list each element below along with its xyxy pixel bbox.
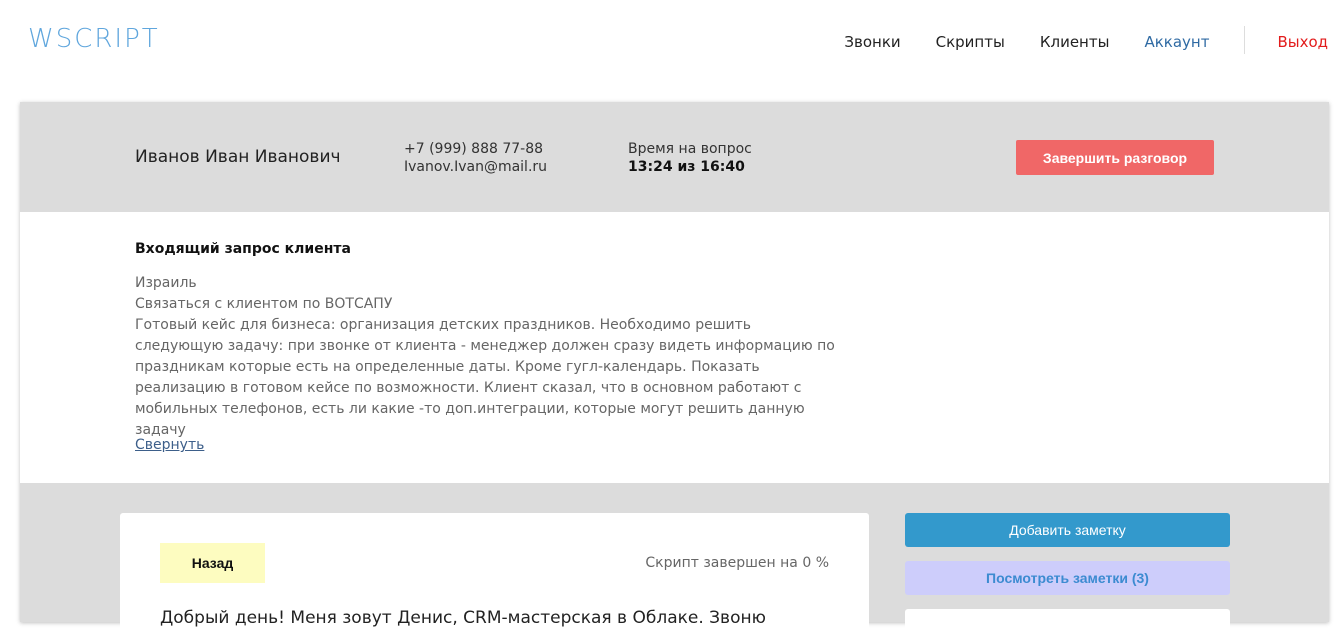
request-line: Готовый кейс для бизнеса: организация де… [135, 317, 835, 438]
add-note-button[interactable]: Добавить заметку [905, 513, 1230, 547]
client-info-bar: Иванов Иван Иванович +7 (999) 888 77-88 … [20, 102, 1329, 212]
client-request-section: Входящий запрос клиента Израиль Связатьс… [20, 212, 1329, 483]
end-call-button[interactable]: Завершить разговор [1016, 140, 1214, 175]
timer-label: Время на вопрос [628, 141, 752, 157]
client-name: Иванов Иван Иванович [135, 147, 341, 167]
request-text: Израиль Связаться с клиентом по ВОТСАПУ … [135, 273, 835, 441]
question-timer: Время на вопрос 13:24 из 16:40 [628, 140, 752, 176]
logout-link[interactable]: Выход [1277, 33, 1328, 51]
logo[interactable]: WSCRIPT [28, 24, 160, 54]
notes-panel [905, 609, 1230, 629]
request-line: Связаться с клиентом по ВОТСАПУ [135, 296, 393, 312]
nav-calls[interactable]: Звонки [844, 33, 900, 51]
request-line: Израиль [135, 275, 197, 291]
script-text: Добрый день! Меня зовут Денис, CRM-масте… [160, 608, 766, 628]
script-card: Назад Скрипт завершен на 0 % Добрый день… [120, 513, 869, 633]
client-contacts: +7 (999) 888 77-88 Ivanov.Ivan@mail.ru [404, 140, 547, 176]
nav-scripts[interactable]: Скрипты [936, 33, 1005, 51]
back-button[interactable]: Назад [160, 543, 265, 583]
client-phone: +7 (999) 888 77-88 [404, 141, 544, 157]
script-progress: Скрипт завершен на 0 % [645, 555, 829, 571]
request-title: Входящий запрос клиента [135, 241, 351, 257]
top-bar: WSCRIPT Звонки Скрипты Клиенты Аккаунт В… [0, 0, 1344, 80]
nav-account[interactable]: Аккаунт [1144, 33, 1209, 51]
nav-divider [1244, 26, 1246, 54]
client-email: Ivanov.Ivan@mail.ru [404, 159, 548, 175]
main-nav: Звонки Скрипты Клиенты Аккаунт Выход [809, 26, 1328, 54]
view-notes-button[interactable]: Посмотреть заметки (3) [905, 561, 1230, 595]
timer-value: 13:24 из 16:40 [628, 159, 745, 175]
nav-clients[interactable]: Клиенты [1040, 33, 1110, 51]
collapse-link[interactable]: Свернуть [135, 437, 204, 453]
